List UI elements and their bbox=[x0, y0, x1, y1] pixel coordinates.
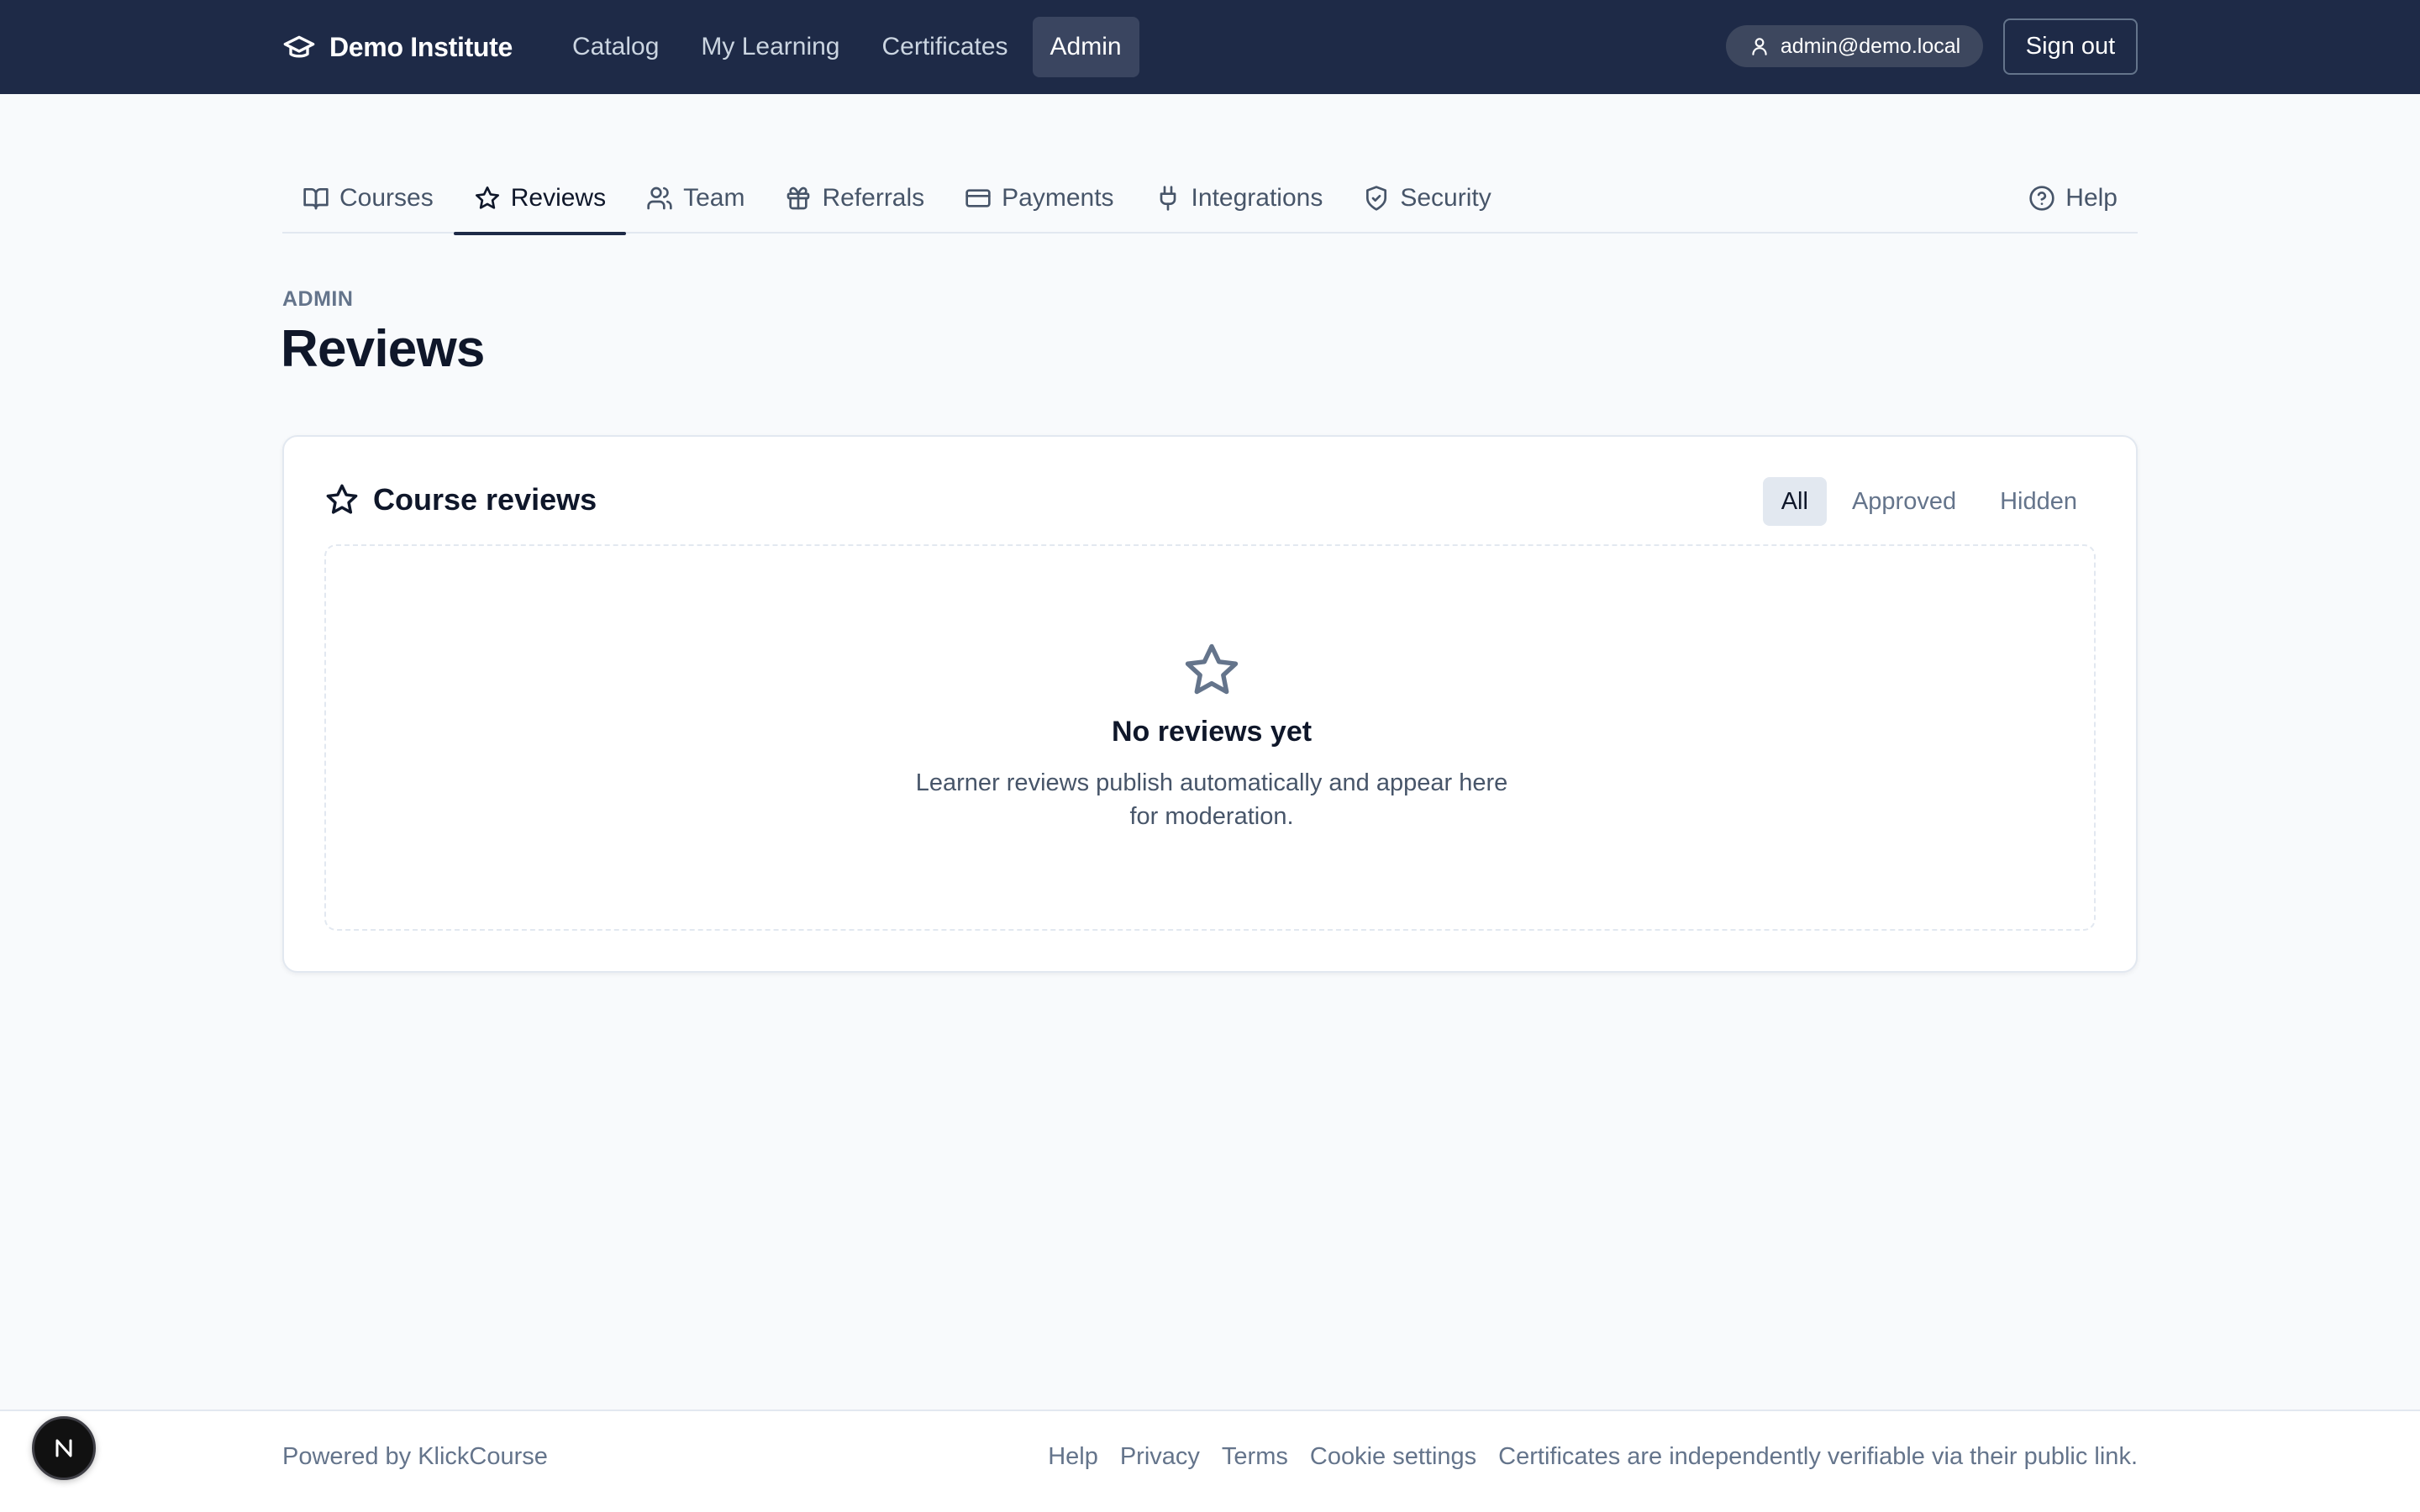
tab-label: Courses bbox=[339, 184, 434, 212]
card-header: Course reviews bbox=[324, 480, 597, 519]
star-icon bbox=[474, 185, 501, 212]
footer-link-privacy[interactable]: Privacy bbox=[1120, 1443, 1200, 1471]
brand[interactable]: Demo Institute bbox=[282, 25, 513, 69]
filter-approved[interactable]: Approved bbox=[1833, 477, 1975, 526]
nav-admin[interactable]: Admin bbox=[1032, 17, 1139, 77]
footer: Powered by KlickCourse Help Privacy Term… bbox=[0, 1410, 2420, 1512]
gift-icon bbox=[785, 185, 812, 212]
tab-label: Security bbox=[1400, 184, 1491, 212]
plug-icon bbox=[1155, 185, 1181, 212]
book-icon bbox=[302, 185, 329, 212]
tab-team[interactable]: Team bbox=[626, 163, 765, 234]
review-filter-tabs: All Approved Hidden bbox=[1762, 477, 2096, 526]
footer-link-help[interactable]: Help bbox=[1048, 1443, 1098, 1471]
nav-catalog[interactable]: Catalog bbox=[555, 17, 676, 77]
tab-label: Payments bbox=[1002, 184, 1114, 212]
filter-hidden[interactable]: Hidden bbox=[1981, 477, 2096, 526]
tab-label: Team bbox=[683, 184, 745, 212]
n-logo-icon bbox=[55, 1439, 72, 1457]
page-eyebrow: ADMIN bbox=[282, 287, 354, 311]
help-circle-icon bbox=[2028, 185, 2055, 212]
user-email: admin@demo.local bbox=[1780, 34, 1961, 58]
tab-referrals[interactable]: Referrals bbox=[765, 163, 944, 234]
brand-name: Demo Institute bbox=[329, 31, 513, 62]
tab-label: Referrals bbox=[822, 184, 925, 212]
user-account-pill[interactable]: admin@demo.local bbox=[1726, 25, 1983, 67]
footer-links: Help Privacy Terms Cookie settings Certi… bbox=[1048, 1443, 2138, 1471]
sign-out-button[interactable]: Sign out bbox=[2003, 18, 2138, 75]
tab-reviews[interactable]: Reviews bbox=[453, 163, 627, 235]
star-icon bbox=[1181, 640, 1242, 701]
help-link[interactable]: Help bbox=[2008, 163, 2138, 234]
empty-state: No reviews yet Learner reviews publish a… bbox=[324, 544, 2096, 931]
powered-by: Powered by KlickCourse bbox=[282, 1443, 548, 1470]
top-navbar: Demo Institute Catalog My Learning Certi… bbox=[0, 0, 2420, 94]
users-icon bbox=[646, 185, 673, 212]
filter-all[interactable]: All bbox=[1762, 477, 1827, 526]
footer-link-cookie-settings[interactable]: Cookie settings bbox=[1310, 1443, 1476, 1471]
help-label: Help bbox=[2065, 184, 2118, 212]
nav-certificates[interactable]: Certificates bbox=[865, 17, 1026, 77]
course-reviews-card: Course reviews All Approved Hidden No re… bbox=[282, 435, 2138, 973]
page-title: Reviews bbox=[281, 320, 485, 378]
graduation-cap-icon bbox=[282, 30, 316, 64]
tab-integrations[interactable]: Integrations bbox=[1134, 163, 1344, 234]
tab-security[interactable]: Security bbox=[1343, 163, 1511, 234]
user-icon bbox=[1749, 35, 1770, 57]
tab-courses[interactable]: Courses bbox=[282, 163, 454, 234]
admin-subnav: Courses Reviews Team Referrals Payments … bbox=[282, 163, 2138, 235]
credit-card-icon bbox=[965, 185, 992, 212]
card-title: Course reviews bbox=[373, 482, 597, 517]
empty-state-title: No reviews yet bbox=[1111, 716, 1313, 748]
dev-tools-badge[interactable] bbox=[32, 1416, 96, 1480]
footer-note: Certificates are independently verifiabl… bbox=[1498, 1443, 2138, 1470]
tab-payments[interactable]: Payments bbox=[944, 163, 1134, 234]
star-icon bbox=[324, 482, 360, 517]
main-nav: Catalog My Learning Certificates Admin bbox=[555, 17, 1139, 77]
tab-label: Reviews bbox=[510, 184, 607, 212]
tab-label: Integrations bbox=[1191, 184, 1323, 212]
shield-icon bbox=[1363, 185, 1390, 212]
empty-state-description: Learner reviews publish automatically an… bbox=[915, 769, 1508, 830]
nav-my-learning[interactable]: My Learning bbox=[683, 17, 857, 77]
footer-link-terms[interactable]: Terms bbox=[1222, 1443, 1288, 1471]
